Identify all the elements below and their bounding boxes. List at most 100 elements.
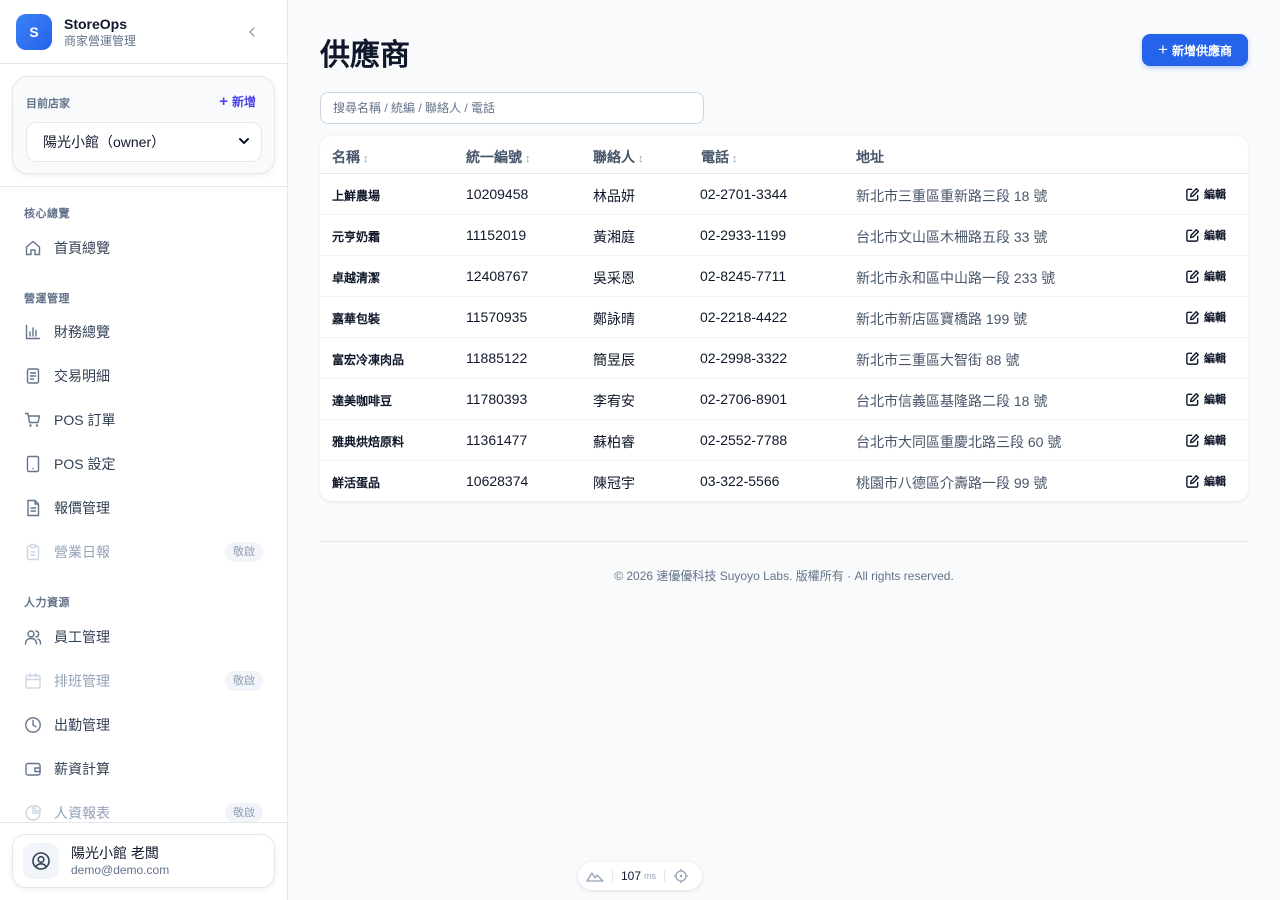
nav-section-operations: 營運管理 (24, 293, 70, 305)
avatar (23, 843, 59, 879)
cell-address: 新北市三重區大智街 88 號 (856, 352, 1020, 368)
calendar-icon (25, 672, 41, 689)
response-time: 107 (621, 869, 642, 883)
clock-icon (25, 717, 41, 733)
cell-phone: 03-322-5566 (700, 473, 780, 489)
mountain-logo-icon[interactable] (586, 870, 604, 882)
edit-button[interactable]: 編輯 (1185, 227, 1226, 243)
edit-label: 編輯 (1204, 353, 1226, 365)
nav-section-hr: 人力資源 (24, 597, 70, 609)
edit-button[interactable]: 編輯 (1185, 309, 1226, 325)
cell-address: 新北市永和區中山路一段 233 號 (856, 270, 1056, 286)
cell-tax-id: 11152019 (466, 227, 527, 243)
sidebar-item-label: 財務總覽 (54, 324, 110, 340)
sort-icon: ↕ (638, 153, 644, 165)
sidebar-item-employees[interactable]: 員工管理 (12, 617, 275, 657)
clipboard-icon (26, 543, 40, 561)
cell-address: 新北市新店區寶橋路 199 號 (856, 311, 1028, 327)
edit-icon (1186, 310, 1200, 324)
sidebar-item-scheduling: 排班管理 敬啟 (12, 661, 275, 701)
store-select[interactable]: 陽光小館（owner） (26, 122, 262, 162)
sidebar-item-label: 營業日報 (54, 544, 110, 560)
cell-phone: 02-2701-3344 (700, 186, 788, 202)
store-select-value: 陽光小館（owner） (43, 134, 166, 150)
brand-name: StoreOps (64, 15, 128, 32)
receipt-icon (26, 368, 40, 384)
edit-button[interactable]: 編輯 (1185, 473, 1226, 489)
edit-button[interactable]: 編輯 (1185, 350, 1226, 366)
edit-label: 編輯 (1204, 394, 1226, 406)
sidebar-item-label: POS 設定 (54, 456, 116, 472)
cell-name: 元亨奶霜 (332, 230, 381, 244)
edit-icon (1186, 269, 1200, 283)
sidebar-item-quotes[interactable]: 報價管理 (12, 488, 275, 528)
search-input[interactable] (320, 92, 704, 124)
dev-toolbar: 107 ms (578, 862, 702, 890)
cell-tax-id: 10628374 (466, 473, 529, 489)
sidebar-item-payroll[interactable]: 薪資計算 (12, 749, 275, 789)
brand-subtitle: 商家營運管理 (64, 33, 137, 48)
sidebar-item-home[interactable]: 首頁總覽 (12, 228, 275, 268)
cell-address: 台北市大同區重慶北路三段 60 號 (856, 434, 1062, 450)
sidebar-item-label: 員工管理 (54, 629, 110, 645)
sidebar-item-pos-orders[interactable]: POS 訂單 (12, 400, 275, 440)
sidebar-item-label: 薪資計算 (54, 761, 110, 777)
sidebar-item-attendance[interactable]: 出勤管理 (12, 705, 275, 745)
cell-tax-id: 11570935 (466, 309, 528, 325)
pie-chart-icon (25, 804, 42, 821)
cell-name: 嘉華包裝 (332, 312, 381, 326)
cell-phone: 02-2933-1199 (700, 227, 787, 243)
cell-name: 達美咖啡豆 (332, 394, 393, 408)
table-row: 鮮活蛋品 10628374 陳冠宇 03-322-5566 桃園市八德區介壽路一段 99… (320, 461, 1248, 501)
brand-header: S StoreOps 商家營運管理 (0, 0, 287, 64)
user-profile-card[interactable]: 陽光小館 老闆 demo@demo.com (12, 834, 275, 888)
edit-button[interactable]: 編輯 (1185, 268, 1226, 284)
cell-tax-id: 10209458 (466, 186, 529, 202)
edit-button[interactable]: 編輯 (1185, 432, 1226, 448)
brand-logo[interactable]: S (16, 13, 52, 50)
user-name: 陽光小館 老闆 (71, 845, 159, 861)
edit-icon (1186, 392, 1200, 406)
sidebar-item-daily-report: 營業日報 敬啟 (12, 532, 275, 572)
cell-contact: 陳冠宇 (593, 475, 635, 491)
chevron-left-icon (249, 27, 255, 37)
table-row: 達美咖啡豆 11780393 李宥安 02-2706-8901 台北市信義區基隆路二段 … (320, 379, 1248, 420)
edit-label: 編輯 (1204, 271, 1226, 283)
footer-divider (320, 541, 1248, 542)
disabled-badge: 敬啟 (225, 803, 263, 823)
sidebar-item-label: 報價管理 (54, 500, 110, 516)
sidebar-item-label: 出勤管理 (54, 717, 110, 733)
plus-icon: + (1158, 40, 1168, 59)
cell-contact: 鄭詠晴 (593, 311, 635, 327)
cell-phone: 02-2218-4422 (700, 309, 788, 325)
cell-tax-id: 11780393 (466, 391, 528, 407)
cell-address: 台北市文山區木柵路五段 33 號 (856, 229, 1048, 245)
column-header-name[interactable]: 名稱 ↕ (332, 147, 369, 167)
cell-name: 富宏冷凍肉品 (332, 353, 405, 367)
cell-name: 上鮮農場 (332, 189, 381, 203)
edit-icon (1186, 187, 1200, 201)
column-header-contact[interactable]: 聯絡人 ↕ (593, 147, 644, 167)
column-header-phone[interactable]: 電話 ↕ (701, 147, 738, 167)
supplier-table: 名稱 ↕ 統一編號 ↕ 聯絡人 ↕ 電話 ↕ 地址 上鮮農場 10209458 林品妍 02-… (320, 136, 1248, 501)
collapse-sidebar-button[interactable] (243, 22, 261, 42)
sidebar-item-label: 交易明細 (54, 368, 110, 384)
column-header-tax-id[interactable]: 統一編號 ↕ (466, 147, 531, 167)
users-icon (24, 630, 42, 645)
cell-contact: 蘇柏睿 (593, 434, 635, 450)
response-time-unit: ms (644, 871, 657, 881)
store-label: 目前店家 (26, 98, 70, 110)
table-row: 上鮮農場 10209458 林品妍 02-2701-3344 新北市三重區重新路三段 1… (320, 174, 1248, 215)
add-store-button[interactable]: + 新增 (219, 93, 256, 110)
nav-section-core: 核心總覽 (24, 208, 70, 220)
edit-button[interactable]: 編輯 (1185, 186, 1226, 202)
crosshair-icon[interactable] (673, 868, 689, 884)
add-supplier-button[interactable]: + 新增供應商 (1142, 34, 1248, 66)
disabled-badge: 敬啟 (225, 542, 263, 562)
cell-contact: 李宥安 (593, 393, 635, 409)
edit-button[interactable]: 編輯 (1185, 391, 1226, 407)
sidebar-item-pos-settings[interactable]: POS 設定 (12, 444, 275, 484)
sidebar-item-finance[interactable]: 財務總覽 (12, 312, 275, 352)
sidebar-item-transactions[interactable]: 交易明細 (12, 356, 275, 396)
edit-label: 編輯 (1204, 476, 1226, 488)
